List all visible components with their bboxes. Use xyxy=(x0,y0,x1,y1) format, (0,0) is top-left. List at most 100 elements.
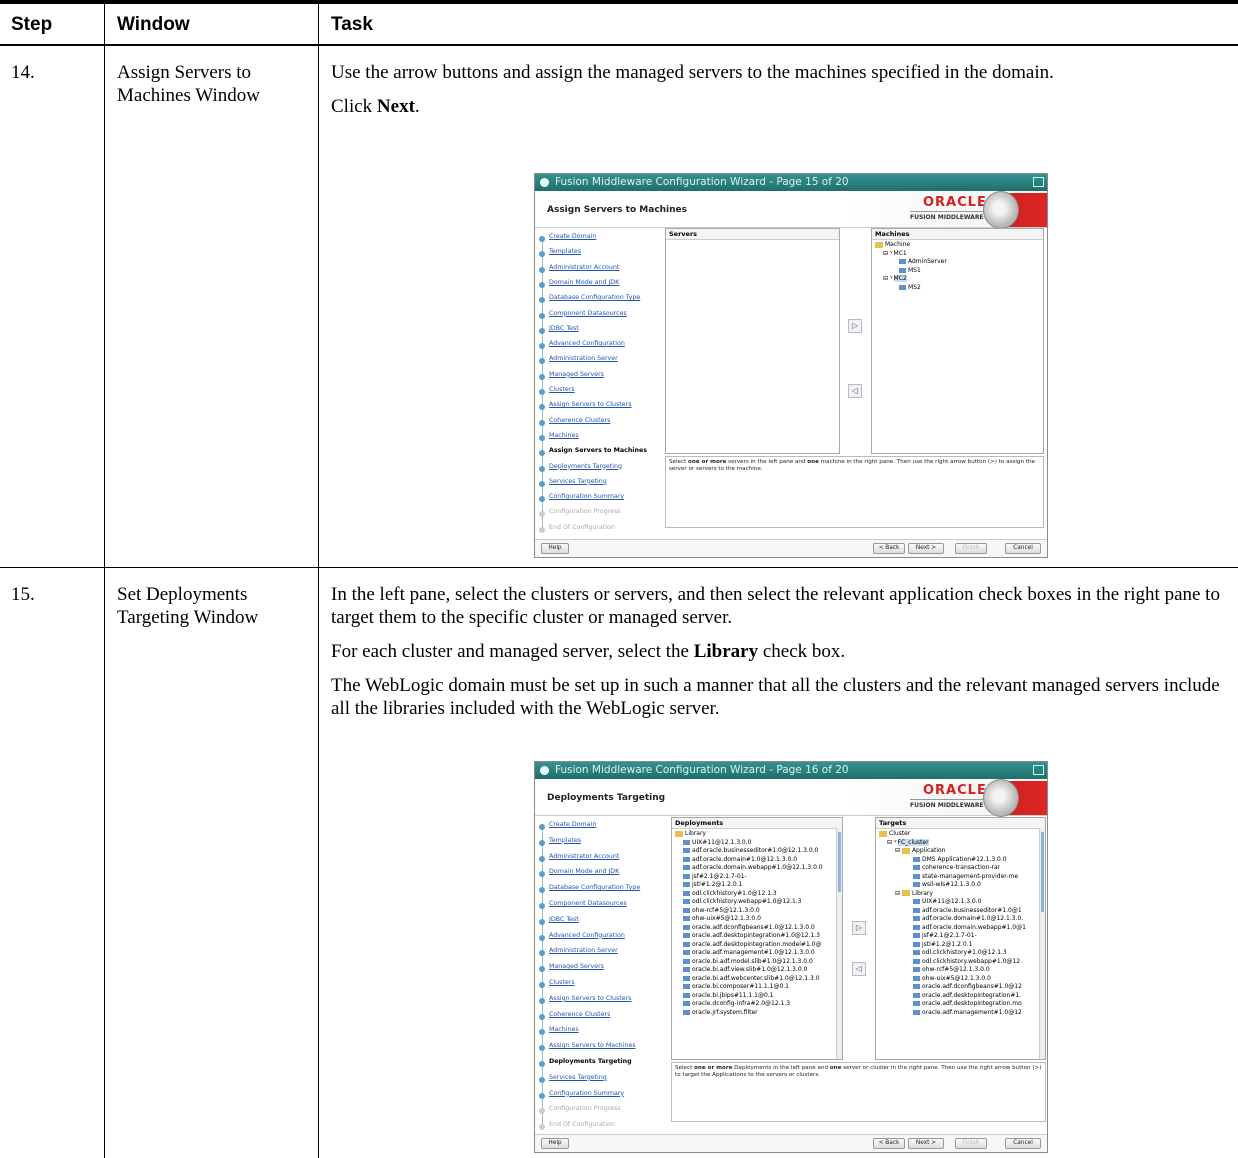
nav-item[interactable]: Deployments Targeting xyxy=(549,463,622,470)
nav-item[interactable]: Machines xyxy=(549,1026,579,1033)
scroll-thumb[interactable] xyxy=(1041,832,1044,912)
target-app-item[interactable]: coherence-transaction-rar xyxy=(879,864,1042,873)
help-button[interactable]: Help xyxy=(541,1138,569,1149)
nav-item[interactable]: Deployments Targeting xyxy=(549,1058,632,1065)
deployment-item[interactable]: oracle.dconfig-infra#2.0@12.1.3 xyxy=(675,1000,839,1009)
deployment-item[interactable]: oracle.adf.management#1.0@12.1.3.0.0 xyxy=(675,949,839,958)
target-library-item[interactable]: adf.oracle.domain.webapp#1.0@1 xyxy=(879,924,1042,933)
deployment-item[interactable]: adf.oracle.domain#1.0@12.1.3.0.0 xyxy=(675,856,839,865)
maximize-icon[interactable] xyxy=(1033,765,1044,775)
nav-item[interactable]: Assign Servers to Clusters xyxy=(549,995,632,1002)
deployments-scrollbar[interactable] xyxy=(836,828,842,1059)
deployment-item[interactable]: oracle.adf.desktopintegration.model#1.0@ xyxy=(675,941,839,950)
nav-item[interactable]: Create Domain xyxy=(549,821,596,828)
deployment-item[interactable]: oracle.bi.adf.webcenter.slib#1.0@12.1.3.… xyxy=(675,975,839,984)
tree-node-ms2[interactable]: MS2 xyxy=(875,284,1040,293)
deployment-item[interactable]: odl.clickhistory#1.0@12.1.3 xyxy=(675,890,839,899)
deployment-item[interactable]: oracle.bi.adf.view.slib#1.0@12.1.3.0.0 xyxy=(675,966,839,975)
target-app-item[interactable]: state-management-provider-me xyxy=(879,873,1042,882)
nav-item[interactable]: Domain Mode and JDK xyxy=(549,279,619,286)
back-button[interactable]: < Back xyxy=(873,1138,905,1149)
target-library-item[interactable]: odl.clickhistory#1.0@12.1.3 xyxy=(879,949,1042,958)
target-library-item[interactable]: UIX#11@12.1.3.0.0 xyxy=(879,898,1042,907)
nav-item[interactable]: Database Configuration Type xyxy=(549,294,640,301)
deployment-item[interactable]: oracle.jrf.system.filter xyxy=(675,1009,839,1018)
target-library-item[interactable]: oracle.adf.desktopintegration#1. xyxy=(879,992,1042,1001)
target-library-item[interactable]: adf.oracle.businesseditor#1.0@1 xyxy=(879,907,1042,916)
next-button[interactable]: Next > xyxy=(908,543,944,554)
target-right-arrow-button[interactable]: ▷ xyxy=(852,921,866,935)
deployments-pane[interactable]: Deployments Library UIX#11@12.1.3.0.0 adf… xyxy=(671,817,843,1060)
deployment-item[interactable]: oracle.bi.adf.model.slib#1.0@12.1.3.0.0 xyxy=(675,958,839,967)
deployment-item[interactable]: adf.oracle.businesseditor#1.0@12.1.3.0.0 xyxy=(675,847,839,856)
nav-item[interactable]: Templates xyxy=(549,248,581,255)
target-app-item[interactable]: DMS Application#12.1.3.0.0 xyxy=(879,856,1042,865)
nav-item[interactable]: Administration Server xyxy=(549,947,618,954)
nav-item[interactable]: Administrator Account xyxy=(549,853,619,860)
deployment-item[interactable]: odl.clickhistory.webapp#1.0@12.1.3 xyxy=(675,898,839,907)
deployment-item[interactable]: oracle.bi.jbips#11.1.1@0.1 xyxy=(675,992,839,1001)
nav-item[interactable]: Coherence Clusters xyxy=(549,417,610,424)
targets-scrollbar[interactable] xyxy=(1039,828,1045,1059)
tree-node-mc2[interactable]: ⊟ ᵞMC2 xyxy=(875,275,1040,284)
tree-node-mc1[interactable]: ⊟ ᵞMC1 xyxy=(875,250,1040,259)
target-library-item[interactable]: jsf#2.1@2.1.7-01- xyxy=(879,932,1042,941)
nav-item[interactable]: Clusters xyxy=(549,386,575,393)
nav-item[interactable]: Services Targeting xyxy=(549,1074,607,1081)
nav-item[interactable]: Assign Servers to Clusters xyxy=(549,401,632,408)
deployment-item[interactable]: jsf#2.1@2.1.7-01- xyxy=(675,873,839,882)
deployment-item[interactable]: oracle.bi.composer#11.1.1@0.1 xyxy=(675,983,839,992)
tree-node-library[interactable]: Library xyxy=(675,830,839,839)
target-library-item[interactable]: odl.clickhistory.webapp#1.0@12 xyxy=(879,958,1042,967)
unassign-left-arrow-button[interactable]: ◁ xyxy=(848,384,862,398)
deployment-item[interactable]: oracle.adf.dconfigbeans#1.0@12.1.3.0.0 xyxy=(675,924,839,933)
nav-item[interactable]: Configuration Summary xyxy=(549,1090,624,1097)
back-button[interactable]: < Back xyxy=(873,543,905,554)
tree-node-machine[interactable]: Machine xyxy=(875,241,1040,250)
machines-pane[interactable]: Machines Machine ⊟ ᵞMC1 AdminServer MS1 … xyxy=(871,228,1044,454)
tree-node-cluster[interactable]: Cluster xyxy=(879,830,1042,839)
cancel-button[interactable]: Cancel xyxy=(1005,543,1041,554)
targets-pane[interactable]: Targets Cluster ⊟ ᵞFC_cluster ⊟ Applicat… xyxy=(875,817,1046,1060)
nav-item[interactable]: Clusters xyxy=(549,979,575,986)
cancel-button[interactable]: Cancel xyxy=(1005,1138,1041,1149)
assign-right-arrow-button[interactable]: ▷ xyxy=(848,319,862,333)
target-app-item[interactable]: wsil-wls#12.1.3.0.0 xyxy=(879,881,1042,890)
target-library-item[interactable]: jstl#1.2@1.2.0.1 xyxy=(879,941,1042,950)
nav-item[interactable]: Templates xyxy=(549,837,581,844)
nav-item[interactable]: Component Datasources xyxy=(549,310,627,317)
nav-item[interactable]: Services Targeting xyxy=(549,478,607,485)
nav-item[interactable]: Machines xyxy=(549,432,579,439)
deployment-item[interactable]: ohw-uix#5@12.1.3.0.0 xyxy=(675,915,839,924)
tree-node-fc-cluster[interactable]: ⊟ ᵞFC_cluster xyxy=(879,838,1042,848)
tree-node-target-library[interactable]: ⊟ Library xyxy=(879,890,1042,899)
nav-item[interactable]: Managed Servers xyxy=(549,371,604,378)
nav-item[interactable]: Component Datasources xyxy=(549,900,627,907)
deployment-item[interactable]: UIX#11@12.1.3.0.0 xyxy=(675,839,839,848)
nav-item[interactable]: JDBC Test xyxy=(549,325,579,332)
tree-node-ms1[interactable]: MS1 xyxy=(875,267,1040,276)
help-button[interactable]: Help xyxy=(541,543,569,554)
target-library-item[interactable]: oracle.adf.dconfigbeans#1.0@12 xyxy=(879,983,1042,992)
deployment-item[interactable]: adf.oracle.domain.webapp#1.0@12.1.3.0.0 xyxy=(675,864,839,873)
untarget-left-arrow-button[interactable]: ◁ xyxy=(852,962,866,976)
target-library-item[interactable]: adf.oracle.domain#1.0@12.1.3.0. xyxy=(879,915,1042,924)
finish-button[interactable]: Finish xyxy=(955,1138,987,1149)
nav-item[interactable]: Assign Servers to Machines xyxy=(549,1042,636,1049)
nav-item[interactable]: Domain Mode and JDK xyxy=(549,868,619,875)
target-library-item[interactable]: oracle.adf.management#1.0@12 xyxy=(879,1009,1042,1018)
deployment-item[interactable]: jstl#1.2@1.2.0.1 xyxy=(675,881,839,890)
servers-pane[interactable]: Servers xyxy=(665,228,840,454)
deployment-item[interactable]: ohw-rcf#5@12.1.3.0.0 xyxy=(675,907,839,916)
nav-item[interactable]: Create Domain xyxy=(549,233,596,240)
tree-node-application[interactable]: ⊟ Application xyxy=(879,847,1042,856)
target-library-item[interactable]: ohw-rcf#5@12.1.3.0.0 xyxy=(879,966,1042,975)
nav-item[interactable]: Assign Servers to Machines xyxy=(549,447,647,454)
target-library-item[interactable]: ohw-uix#5@12.1.3.0.0 xyxy=(879,975,1042,984)
finish-button[interactable]: Finish xyxy=(955,543,987,554)
nav-item[interactable]: Configuration Summary xyxy=(549,493,624,500)
nav-item[interactable]: Managed Servers xyxy=(549,963,604,970)
scroll-thumb[interactable] xyxy=(838,832,841,892)
deployment-item[interactable]: oracle.adf.desktopintegration#1.0@12.1.3 xyxy=(675,932,839,941)
nav-item[interactable]: Coherence Clusters xyxy=(549,1011,610,1018)
